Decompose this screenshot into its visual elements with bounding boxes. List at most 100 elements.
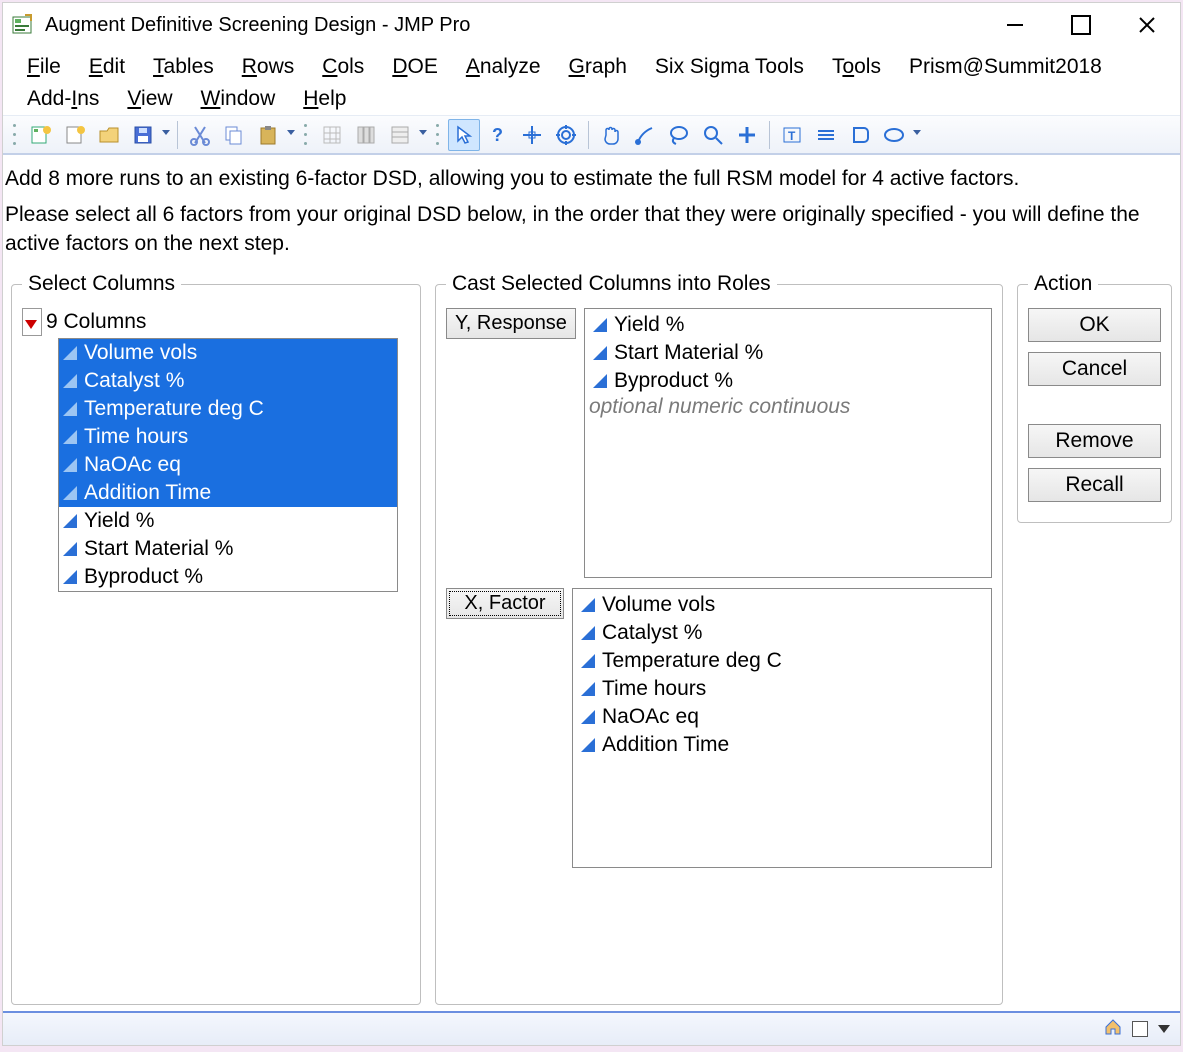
menu-addins[interactable]: Add-Ins — [13, 83, 113, 115]
y-item[interactable]: Start Material % — [589, 339, 987, 367]
zoom-icon[interactable] — [697, 119, 729, 151]
status-checkbox[interactable] — [1132, 1021, 1148, 1037]
column-item[interactable]: Addition Time — [59, 479, 397, 507]
new-script-icon[interactable] — [59, 119, 91, 151]
x-factor-button[interactable]: X, Factor — [446, 588, 564, 619]
continuous-icon — [581, 682, 595, 696]
column-item[interactable]: Catalyst % — [59, 367, 397, 395]
select-columns-legend: Select Columns — [22, 272, 181, 296]
remove-button[interactable]: Remove — [1028, 424, 1161, 458]
x-item[interactable]: Addition Time — [577, 731, 987, 759]
help-tool-icon[interactable]: ? — [482, 119, 514, 151]
cancel-button[interactable]: Cancel — [1028, 352, 1161, 386]
toolbar-grip-2[interactable] — [302, 121, 310, 149]
menu-doe[interactable]: DOE — [378, 51, 452, 83]
y-item[interactable]: Yield % — [589, 311, 987, 339]
continuous-icon — [581, 738, 595, 752]
menu-tables[interactable]: Tables — [139, 51, 228, 83]
toolbar-grip-3[interactable] — [434, 121, 442, 149]
column-item[interactable]: Byproduct % — [59, 563, 397, 591]
crosshair-icon[interactable] — [516, 119, 548, 151]
select-columns-panel: Select Columns 9 Columns Volume volsCata… — [11, 272, 421, 1005]
content-area: Add 8 more runs to an existing 6-factor … — [3, 155, 1180, 1011]
menu-six-sigma[interactable]: Six Sigma Tools — [641, 51, 818, 83]
close-button[interactable] — [1114, 5, 1180, 45]
add-icon[interactable] — [731, 119, 763, 151]
menu-analyze[interactable]: Analyze — [452, 51, 555, 83]
rows-icon[interactable] — [384, 119, 416, 151]
menu-view[interactable]: View — [113, 83, 186, 115]
x-factor-list[interactable]: Volume volsCatalyst %Temperature deg CTi… — [572, 588, 992, 868]
recall-button[interactable]: Recall — [1028, 468, 1161, 502]
menu-rows[interactable]: Rows — [228, 51, 309, 83]
cut-icon[interactable] — [184, 119, 216, 151]
hand-icon[interactable] — [595, 119, 627, 151]
action-panel: Action OK Cancel Remove Recall — [1017, 272, 1172, 523]
target-icon[interactable] — [550, 119, 582, 151]
toolbar-dropdown-3[interactable] — [418, 130, 428, 139]
column-item[interactable]: Temperature deg C — [59, 395, 397, 423]
column-item[interactable]: Yield % — [59, 507, 397, 535]
y-item[interactable]: Byproduct % — [589, 367, 987, 395]
column-item[interactable]: NaOAc eq — [59, 451, 397, 479]
line-annot-icon[interactable] — [810, 119, 842, 151]
continuous-icon — [63, 458, 77, 472]
x-item[interactable]: Temperature deg C — [577, 647, 987, 675]
menu-tools[interactable]: Tools — [818, 51, 895, 83]
toolbar-dropdown-2[interactable] — [286, 130, 296, 139]
continuous-icon — [63, 374, 77, 388]
paste-icon[interactable] — [252, 119, 284, 151]
save-icon[interactable] — [127, 119, 159, 151]
x-item-label: Catalyst % — [602, 619, 702, 647]
menu-cols[interactable]: Cols — [308, 51, 378, 83]
columns-disclosure[interactable]: 9 Columns — [22, 308, 410, 336]
column-item[interactable]: Start Material % — [59, 535, 397, 563]
menu-edit[interactable]: Edit — [75, 51, 139, 83]
new-table-icon[interactable] — [25, 119, 57, 151]
status-dropdown-icon[interactable] — [1158, 1025, 1170, 1033]
home-icon[interactable] — [1104, 1018, 1122, 1041]
brush-icon[interactable] — [629, 119, 661, 151]
toolbar-grip[interactable] — [11, 121, 19, 149]
x-item[interactable]: Volume vols — [577, 591, 987, 619]
x-item-label: Temperature deg C — [602, 647, 782, 675]
continuous-icon — [63, 514, 77, 528]
continuous-icon — [593, 374, 607, 388]
toolbar-dropdown[interactable] — [161, 130, 171, 139]
menu-window[interactable]: Window — [187, 83, 290, 115]
text-annot-icon[interactable]: T — [776, 119, 808, 151]
maximize-button[interactable] — [1048, 5, 1114, 45]
lasso-icon[interactable] — [663, 119, 695, 151]
x-item-label: NaOAc eq — [602, 703, 699, 731]
minimize-button[interactable] — [982, 5, 1048, 45]
continuous-icon — [63, 486, 77, 500]
y-response-list[interactable]: Yield %Start Material %Byproduct %option… — [584, 308, 992, 578]
x-item[interactable]: Catalyst % — [577, 619, 987, 647]
columns-list[interactable]: Volume volsCatalyst %Temperature deg CTi… — [58, 338, 398, 592]
statusbar — [3, 1011, 1180, 1045]
menu-prism[interactable]: Prism@Summit2018 — [895, 51, 1116, 83]
open-icon[interactable] — [93, 119, 125, 151]
toolbar-dropdown-4[interactable] — [912, 130, 922, 139]
menu-help[interactable]: Help — [289, 83, 360, 115]
grid-icon[interactable] — [316, 119, 348, 151]
x-item[interactable]: NaOAc eq — [577, 703, 987, 731]
x-item[interactable]: Time hours — [577, 675, 987, 703]
ok-button[interactable]: OK — [1028, 308, 1161, 342]
copy-icon[interactable] — [218, 119, 250, 151]
column-label: Byproduct % — [84, 563, 203, 591]
continuous-icon — [581, 710, 595, 724]
column-item[interactable]: Time hours — [59, 423, 397, 451]
y-response-button[interactable]: Y, Response — [446, 308, 576, 339]
column-item[interactable]: Volume vols — [59, 339, 397, 367]
continuous-icon — [581, 654, 595, 668]
menu-file[interactable]: File — [13, 51, 75, 83]
arrow-tool-icon[interactable] — [448, 119, 480, 151]
column-label: Time hours — [84, 423, 188, 451]
columns-icon[interactable] — [350, 119, 382, 151]
shape-annot-icon[interactable] — [844, 119, 876, 151]
cast-roles-panel: Cast Selected Columns into Roles Y, Resp… — [435, 272, 1003, 1005]
oval-annot-icon[interactable] — [878, 119, 910, 151]
continuous-icon — [581, 598, 595, 612]
menu-graph[interactable]: Graph — [555, 51, 641, 83]
